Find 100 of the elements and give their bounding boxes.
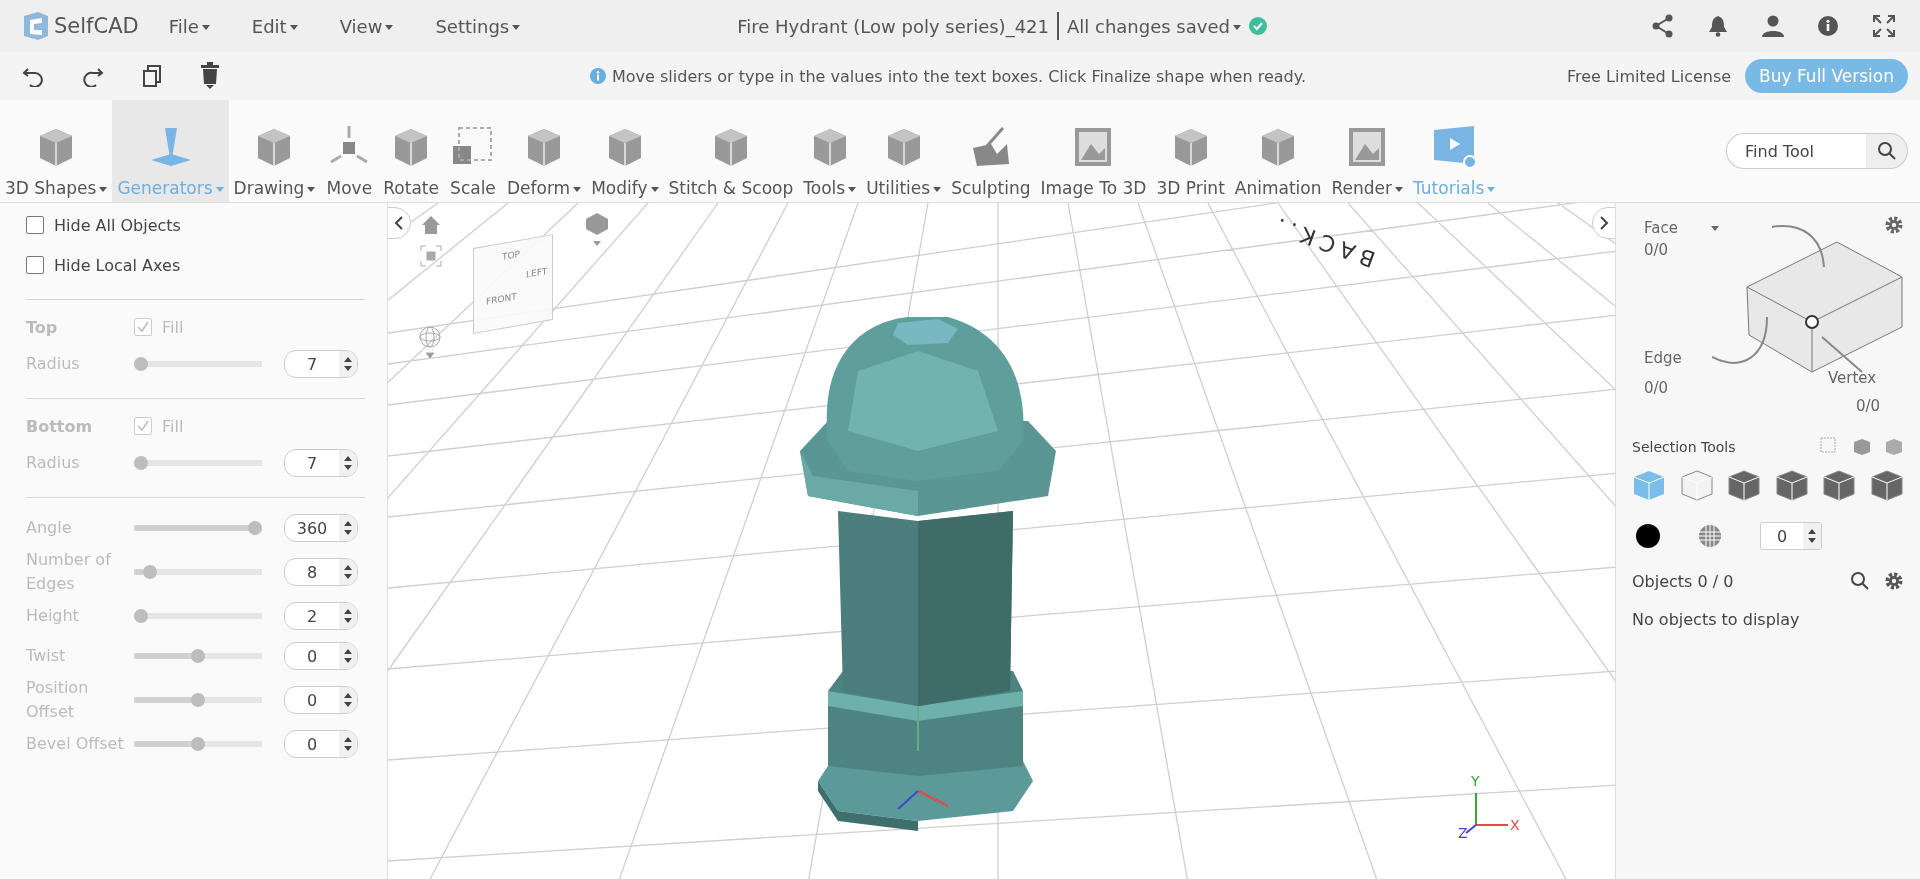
document-title: Fire Hydrant (Low poly series)_421: [737, 15, 1049, 37]
fullscreen-icon[interactable]: [1872, 14, 1896, 38]
tool-button[interactable]: Render: [1326, 100, 1408, 202]
spinner-icon[interactable]: [343, 691, 353, 709]
checkbox[interactable]: Hide All Objects: [26, 205, 365, 245]
user-icon[interactable]: [1762, 15, 1784, 37]
slider-thumb[interactable]: [191, 737, 205, 751]
spinner-icon[interactable]: [343, 355, 353, 373]
tool-button[interactable]: 3D Print: [1151, 100, 1230, 202]
collapse-left-button[interactable]: [388, 207, 411, 239]
number-field[interactable]: 0: [1760, 522, 1822, 550]
tool-button[interactable]: Scale: [443, 100, 502, 202]
tool-button[interactable]: Move: [320, 100, 379, 202]
cube-face-label: TOP: [502, 248, 520, 262]
info-icon: [590, 68, 606, 84]
slider-thumb[interactable]: [134, 609, 148, 623]
selfcad-logo[interactable]: SelfCAD: [20, 10, 139, 42]
home-icon[interactable]: [421, 215, 441, 235]
spinner-icon[interactable]: [343, 519, 353, 537]
tool-button[interactable]: Deform: [501, 100, 587, 202]
edge-label: Edge: [1644, 349, 1682, 367]
slider-label: Number of Edges: [26, 549, 113, 595]
face-label: Face: [1644, 219, 1678, 237]
selection-tools-title: Selection Tools: [1632, 439, 1736, 455]
slider-fill: [134, 569, 145, 575]
chevron-left-icon: [394, 216, 404, 230]
menu-button[interactable]: View: [339, 15, 394, 37]
number-field[interactable]: 0: [284, 730, 358, 758]
edge-count: 0/0: [1644, 379, 1669, 397]
checkbox[interactable]: Hide Local Axes: [26, 245, 365, 285]
tool-button[interactable]: 3D Shapes: [0, 100, 113, 202]
bell-icon[interactable]: [1708, 15, 1728, 37]
caret-icon[interactable]: [1710, 225, 1719, 231]
number-field[interactable]: 0: [284, 642, 358, 670]
slider-label: Radius: [26, 452, 81, 474]
slider-thumb[interactable]: [143, 565, 158, 579]
tool-button[interactable]: Utilities: [861, 100, 947, 202]
check-icon: [1248, 17, 1267, 35]
number-field[interactable]: 360: [284, 514, 358, 542]
cube-icon[interactable]: [1852, 437, 1872, 457]
slider-thumb[interactable]: [191, 649, 205, 663]
axis-gizmo: X Y Z: [1458, 773, 1521, 843]
tool-button[interactable]: Tools: [798, 100, 862, 202]
cube-icon: [1822, 469, 1857, 501]
slider-label: Angle: [26, 517, 73, 539]
checkmark-icon: [136, 419, 150, 433]
color-swatch-icon[interactable]: [1636, 524, 1660, 548]
spinner-icon[interactable]: [1807, 527, 1817, 545]
slider-thumb[interactable]: [134, 456, 148, 470]
spinner-icon[interactable]: [343, 607, 353, 625]
collapse-right-button[interactable]: [1592, 207, 1615, 239]
spinner-icon[interactable]: [343, 735, 353, 753]
slider-thumb[interactable]: [248, 521, 262, 535]
redo-icon[interactable]: [82, 65, 104, 87]
slider-thumb[interactable]: [191, 693, 205, 707]
tool-button[interactable]: Sculpting: [946, 100, 1036, 202]
spinner-icon[interactable]: [343, 454, 353, 472]
slider-thumb[interactable]: [134, 357, 148, 371]
tool-button[interactable]: Rotate: [378, 100, 444, 202]
cube-icon: [1869, 469, 1904, 501]
search-icon[interactable]: [1850, 571, 1870, 591]
face-count: 0/0: [1644, 241, 1669, 259]
save-status-button[interactable]: All changes saved: [1067, 15, 1241, 37]
cube-icon: [1632, 469, 1666, 501]
menu-button[interactable]: Edit: [251, 15, 298, 37]
tool-button[interactable]: Modify: [586, 100, 664, 202]
share-icon[interactable]: [1652, 14, 1674, 38]
trash-icon[interactable]: [200, 62, 220, 90]
tool-button[interactable]: Animation: [1229, 100, 1327, 202]
number-field[interactable]: 8: [284, 558, 358, 586]
settings-icon[interactable]: [1884, 215, 1904, 235]
spinner-icon[interactable]: [343, 563, 353, 581]
tool-button[interactable]: Drawing: [228, 100, 321, 202]
cube-icon: [1679, 469, 1714, 501]
view-cube[interactable]: TOP FRONT LEFT: [473, 233, 553, 335]
slider-label: Height: [26, 605, 80, 627]
copy-icon[interactable]: [142, 64, 162, 88]
texture-sphere-icon[interactable]: [1698, 524, 1722, 548]
cube-icon: [1727, 469, 1762, 501]
hint-text: Move sliders or type in the values into the text boxes. Click Finalize shape when ready.: [612, 66, 1306, 86]
tool-button[interactable]: Image To 3D: [1035, 100, 1152, 202]
info-icon[interactable]: [1818, 16, 1838, 36]
perspective-icon[interactable]: [584, 211, 610, 247]
vertex-label: Vertex: [1828, 369, 1877, 387]
settings-icon[interactable]: [1884, 571, 1904, 591]
checkmark-icon: [136, 320, 150, 334]
menu-button[interactable]: Settings: [435, 15, 521, 37]
chevron-right-icon: [1599, 216, 1609, 230]
number-field[interactable]: 7: [284, 350, 358, 378]
tool-button[interactable]: Stitch & Scoop: [663, 100, 799, 202]
menu-button[interactable]: File: [168, 15, 210, 37]
objects-title: Objects 0 / 0: [1632, 571, 1735, 591]
undo-icon[interactable]: [22, 65, 44, 87]
slider-label: Position Offset: [26, 677, 90, 723]
number-field[interactable]: 2: [284, 602, 358, 630]
number-field[interactable]: 7: [284, 449, 358, 477]
empty-message: No objects to display: [1632, 610, 1801, 629]
spinner-icon[interactable]: [343, 647, 353, 665]
section-title: Top: [26, 317, 59, 337]
number-field[interactable]: 0: [284, 686, 358, 714]
